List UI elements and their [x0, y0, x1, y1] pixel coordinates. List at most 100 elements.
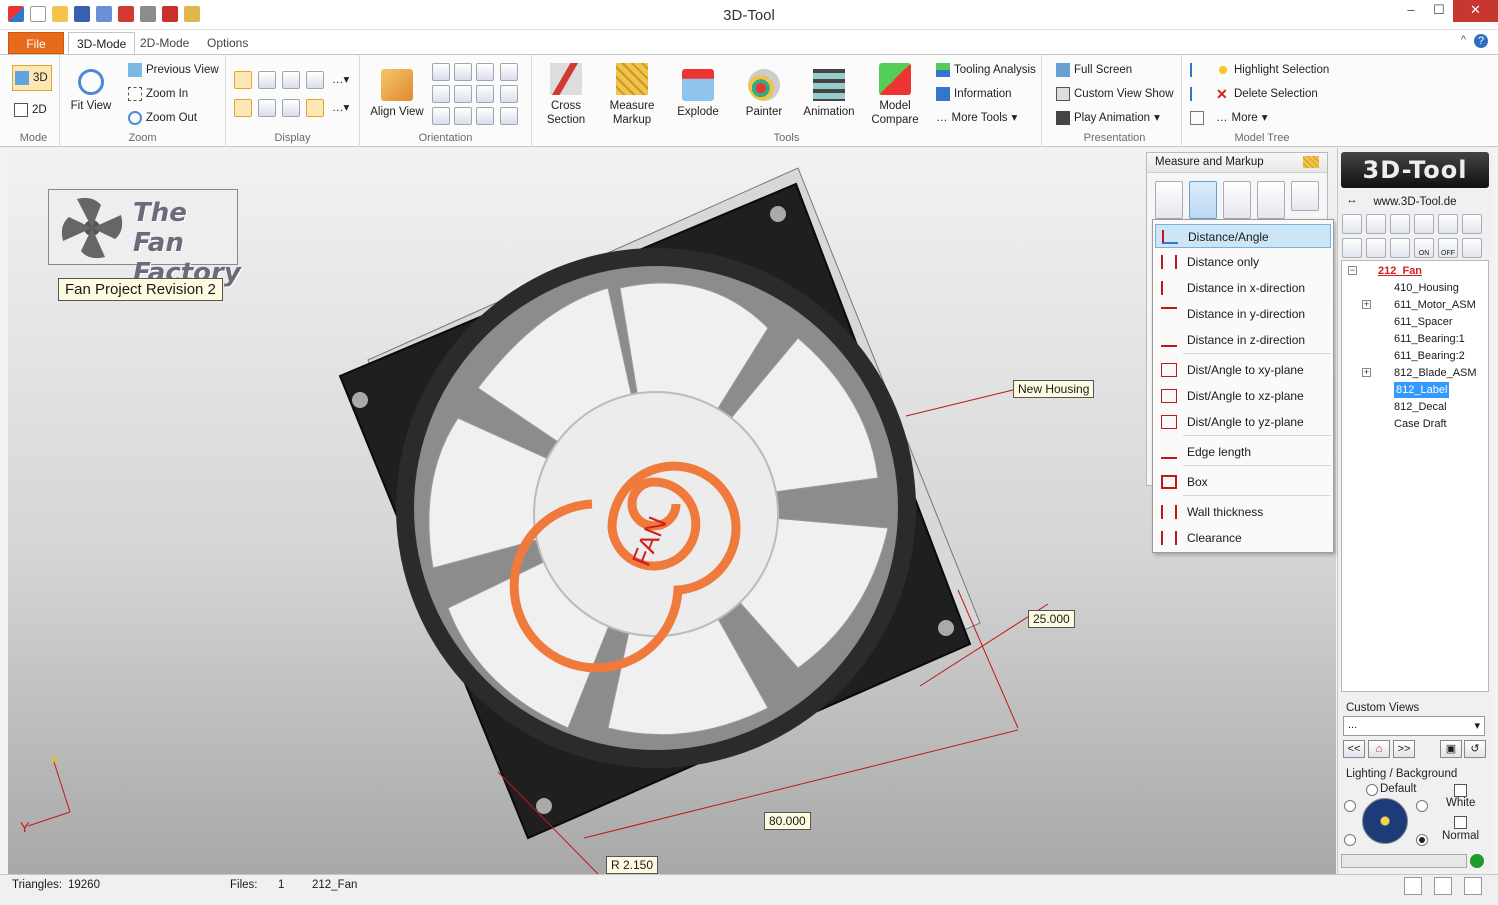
- tree-node[interactable]: 812_Blade_ASM: [1394, 365, 1477, 381]
- previous-view-button[interactable]: Previous View: [128, 61, 219, 79]
- menu-distance-z[interactable]: Distance in z-direction: [1155, 328, 1331, 352]
- measure-distance-tool[interactable]: [1155, 181, 1183, 219]
- project-label[interactable]: Fan Project Revision 2: [58, 278, 223, 301]
- menu-dist-angle-yz[interactable]: Dist/Angle to yz-plane: [1155, 410, 1331, 434]
- delete-selection-button[interactable]: ✕ Delete Selection: [1216, 85, 1318, 103]
- tab-options[interactable]: Options: [199, 32, 256, 54]
- view-right-button[interactable]: [454, 85, 472, 103]
- close-button[interactable]: ✕: [1453, 0, 1498, 22]
- custom-view-show-button[interactable]: Custom View Show: [1056, 85, 1174, 103]
- tab-3d-mode[interactable]: 3D-Mode: [68, 32, 136, 54]
- explode-button[interactable]: Explode: [670, 69, 726, 119]
- menu-dist-angle-xz[interactable]: Dist/Angle to xz-plane: [1155, 384, 1331, 408]
- box-view-3-icon[interactable]: [1390, 238, 1410, 258]
- lighting-option-radio-2[interactable]: [1344, 834, 1356, 846]
- hide-icon[interactable]: [1366, 214, 1386, 234]
- menu-wall-thickness[interactable]: Wall thickness: [1155, 500, 1331, 524]
- help-button[interactable]: ?: [1474, 34, 1488, 48]
- measure-radius-tool[interactable]: [1189, 181, 1217, 219]
- tooling-analysis-button[interactable]: Tooling Analysis: [936, 61, 1036, 79]
- callout-new-housing[interactable]: New Housing: [1013, 380, 1095, 398]
- 3d-viewport[interactable]: FAN X Y The Fan Factory Fan Project Revi…: [8, 148, 1336, 874]
- shaded-edges-button[interactable]: [258, 71, 276, 89]
- box-view-2-icon[interactable]: [1366, 238, 1386, 258]
- mode-3d-button[interactable]: 3D: [12, 65, 52, 91]
- menu-distance-angle[interactable]: Distance/Angle: [1155, 224, 1331, 248]
- normal-checkbox[interactable]: [1454, 816, 1467, 829]
- next-view-nav-button[interactable]: >>: [1393, 740, 1415, 758]
- previous-view-nav-button[interactable]: <<: [1343, 740, 1365, 758]
- view-back-button[interactable]: [454, 63, 472, 81]
- off-toggle-icon[interactable]: OFF: [1438, 238, 1458, 258]
- curves-button[interactable]: [234, 99, 252, 117]
- markup-label-tool[interactable]: [1291, 181, 1319, 211]
- menu-dist-angle-xy[interactable]: Dist/Angle to xy-plane: [1155, 358, 1331, 382]
- view-under-button[interactable]: [454, 107, 472, 125]
- markup-tool[interactable]: [1257, 181, 1285, 219]
- invert-visibility-icon[interactable]: [1438, 214, 1458, 234]
- measure-angle-tool[interactable]: [1223, 181, 1251, 219]
- collapse-ribbon-button[interactable]: ^: [1461, 34, 1466, 48]
- information-button[interactable]: Information: [936, 85, 1012, 103]
- tree-node[interactable]: 611_Spacer: [1394, 314, 1453, 330]
- background-option-radio-2[interactable]: [1416, 834, 1428, 846]
- view-left-button[interactable]: [432, 85, 450, 103]
- tree-node[interactable]: 611_Bearing:1: [1394, 331, 1465, 347]
- background-option-radio[interactable]: [1416, 800, 1428, 812]
- wireframe-button[interactable]: [306, 71, 324, 89]
- tree-expand-toggle[interactable]: +: [1362, 368, 1371, 377]
- display-more-dropdown-2[interactable]: …▾: [332, 99, 349, 117]
- points-button[interactable]: [282, 99, 300, 117]
- menu-distance-x[interactable]: Distance in x-direction: [1155, 276, 1331, 300]
- maximize-button[interactable]: ☐: [1425, 0, 1453, 22]
- white-checkbox[interactable]: [1454, 784, 1467, 797]
- animation-button[interactable]: Animation: [800, 69, 858, 119]
- hidden-lines-button[interactable]: [282, 71, 300, 89]
- tree-node[interactable]: 812_Decal: [1394, 399, 1447, 415]
- undo-view-button[interactable]: ↺: [1464, 740, 1486, 758]
- mode-2d-button[interactable]: 2D: [14, 101, 47, 119]
- more-dropdown[interactable]: … More ▾: [1216, 109, 1267, 127]
- pmi-button[interactable]: [258, 99, 276, 117]
- box-view-1-icon[interactable]: [1342, 238, 1362, 258]
- painter-button[interactable]: Painter: [736, 69, 792, 119]
- zoom-in-button[interactable]: Zoom In: [128, 85, 188, 103]
- zoom-out-button[interactable]: Zoom Out: [128, 109, 197, 127]
- rotate-90-button[interactable]: [500, 107, 518, 125]
- shaded-display-button[interactable]: [234, 71, 252, 89]
- view-top-button[interactable]: [476, 85, 494, 103]
- tree-node[interactable]: Case Draft: [1394, 416, 1447, 432]
- measure-markup-button[interactable]: Measure Markup: [604, 63, 660, 127]
- zoom-fit-status-icon[interactable]: [1404, 877, 1422, 895]
- view-front-button[interactable]: [432, 63, 450, 81]
- minimize-button[interactable]: –: [1397, 0, 1425, 22]
- lighting-preview[interactable]: [1362, 798, 1408, 844]
- zoom-in-status-icon[interactable]: [1434, 877, 1452, 895]
- cross-section-button[interactable]: Cross Section: [538, 63, 594, 127]
- tree-node[interactable]: 611_Bearing:2: [1394, 348, 1465, 364]
- menu-distance-only[interactable]: Distance only: [1155, 250, 1331, 274]
- view-iso-button[interactable]: [476, 63, 494, 81]
- tree-node[interactable]: 410_Housing: [1394, 280, 1459, 296]
- on-toggle-icon[interactable]: ON: [1414, 238, 1434, 258]
- menu-box[interactable]: Box: [1155, 470, 1331, 494]
- tree-node-selected[interactable]: 812_Label: [1394, 382, 1450, 398]
- model-compare-button[interactable]: Model Compare: [866, 63, 924, 127]
- home-view-button[interactable]: ⌂: [1368, 740, 1390, 758]
- dimension-80[interactable]: 80.000: [764, 812, 811, 830]
- tree-collapse-toggle[interactable]: −: [1348, 266, 1357, 275]
- tab-file[interactable]: File: [8, 32, 64, 54]
- tree-expand-toggle[interactable]: +: [1362, 300, 1371, 309]
- website-link[interactable]: www.3D-Tool.de: [1338, 196, 1492, 208]
- full-screen-button[interactable]: Full Screen: [1056, 61, 1132, 79]
- show-icon[interactable]: [1342, 214, 1362, 234]
- rotate-180-h-button[interactable]: [500, 63, 518, 81]
- tree-node[interactable]: 611_Motor_ASM: [1394, 297, 1476, 313]
- dimension-radius[interactable]: R 2.150: [606, 856, 659, 874]
- custom-views-select[interactable]: ... ▾: [1343, 716, 1485, 736]
- tree-collapse-button[interactable]: [1190, 85, 1204, 103]
- tab-2d-mode[interactable]: 2D-Mode: [132, 32, 197, 54]
- zoom-out-status-icon[interactable]: [1464, 877, 1482, 895]
- view-network-button[interactable]: [476, 107, 494, 125]
- more-tools-dropdown[interactable]: … More Tools ▾: [936, 109, 1017, 127]
